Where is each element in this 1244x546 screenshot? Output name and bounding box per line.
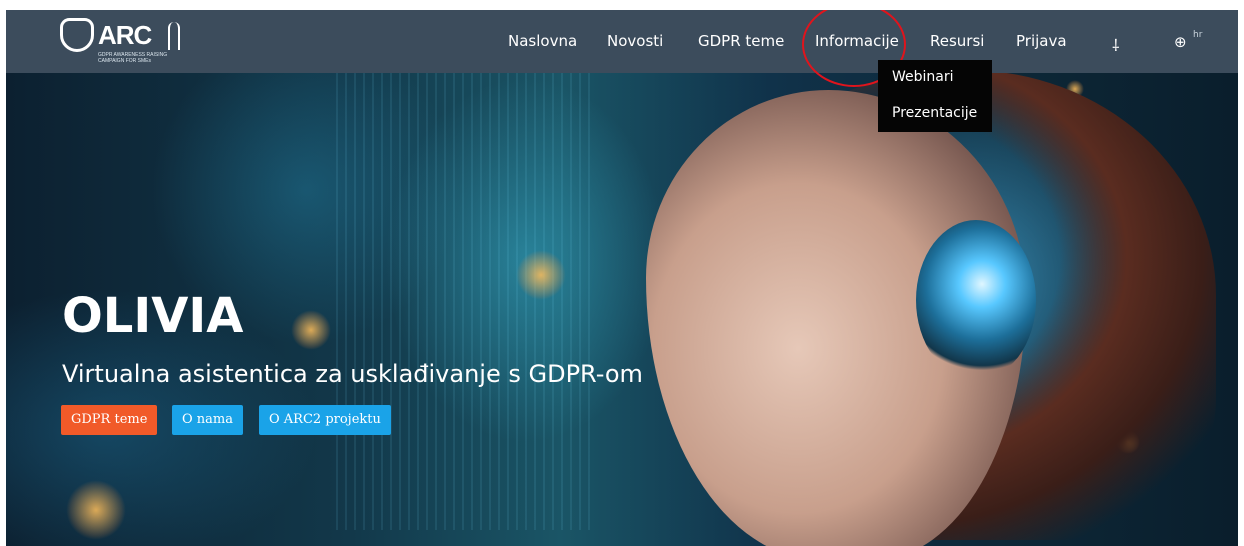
globe-icon[interactable]: ⊕ [1174, 33, 1187, 51]
dropdown-item-prezentacije[interactable]: Prezentacije [892, 105, 977, 121]
nav-item-gdpr-teme[interactable]: GDPR teme [698, 32, 784, 50]
dropdown-item-webinari[interactable]: Webinari [892, 69, 954, 85]
nav-item-resursi[interactable]: Resursi [930, 32, 984, 50]
nav-item-naslovna[interactable]: Naslovna [508, 32, 577, 50]
hero-background-image [6, 10, 1238, 546]
gdpr-teme-button[interactable]: GDPR teme [61, 405, 158, 435]
arc-logo[interactable]: ARC GDPR AWARENESS RAISING CAMPAIGN FOR … [60, 18, 180, 66]
o-nama-button[interactable]: O nama [172, 405, 243, 435]
figure-logo-icon [168, 22, 180, 50]
shield-logo-icon [60, 18, 94, 52]
nav-item-novosti[interactable]: Novosti [607, 32, 663, 50]
nav-item-informacije[interactable]: Informacije [815, 32, 899, 50]
accessibility-icon[interactable]: ⸸ [1112, 34, 1120, 56]
hero-title: OLIVIA [62, 288, 244, 344]
informacije-dropdown-menu: Webinari Prezentacije [878, 60, 992, 132]
hero-subtitle: Virtualna asistentica za usklađivanje s … [62, 360, 643, 388]
o-arc2-projektu-button[interactable]: O ARC2 projektu [259, 405, 391, 435]
nav-item-prijava[interactable]: Prijava [1016, 32, 1067, 50]
top-navbar: ARC GDPR AWARENESS RAISING CAMPAIGN FOR … [6, 10, 1238, 73]
language-code[interactable]: hr [1193, 30, 1202, 40]
logo-text: ARC [98, 20, 152, 50]
logo-subtitle: GDPR AWARENESS RAISING CAMPAIGN FOR SMEs [98, 52, 168, 64]
page: ARC GDPR AWARENESS RAISING CAMPAIGN FOR … [6, 10, 1238, 546]
